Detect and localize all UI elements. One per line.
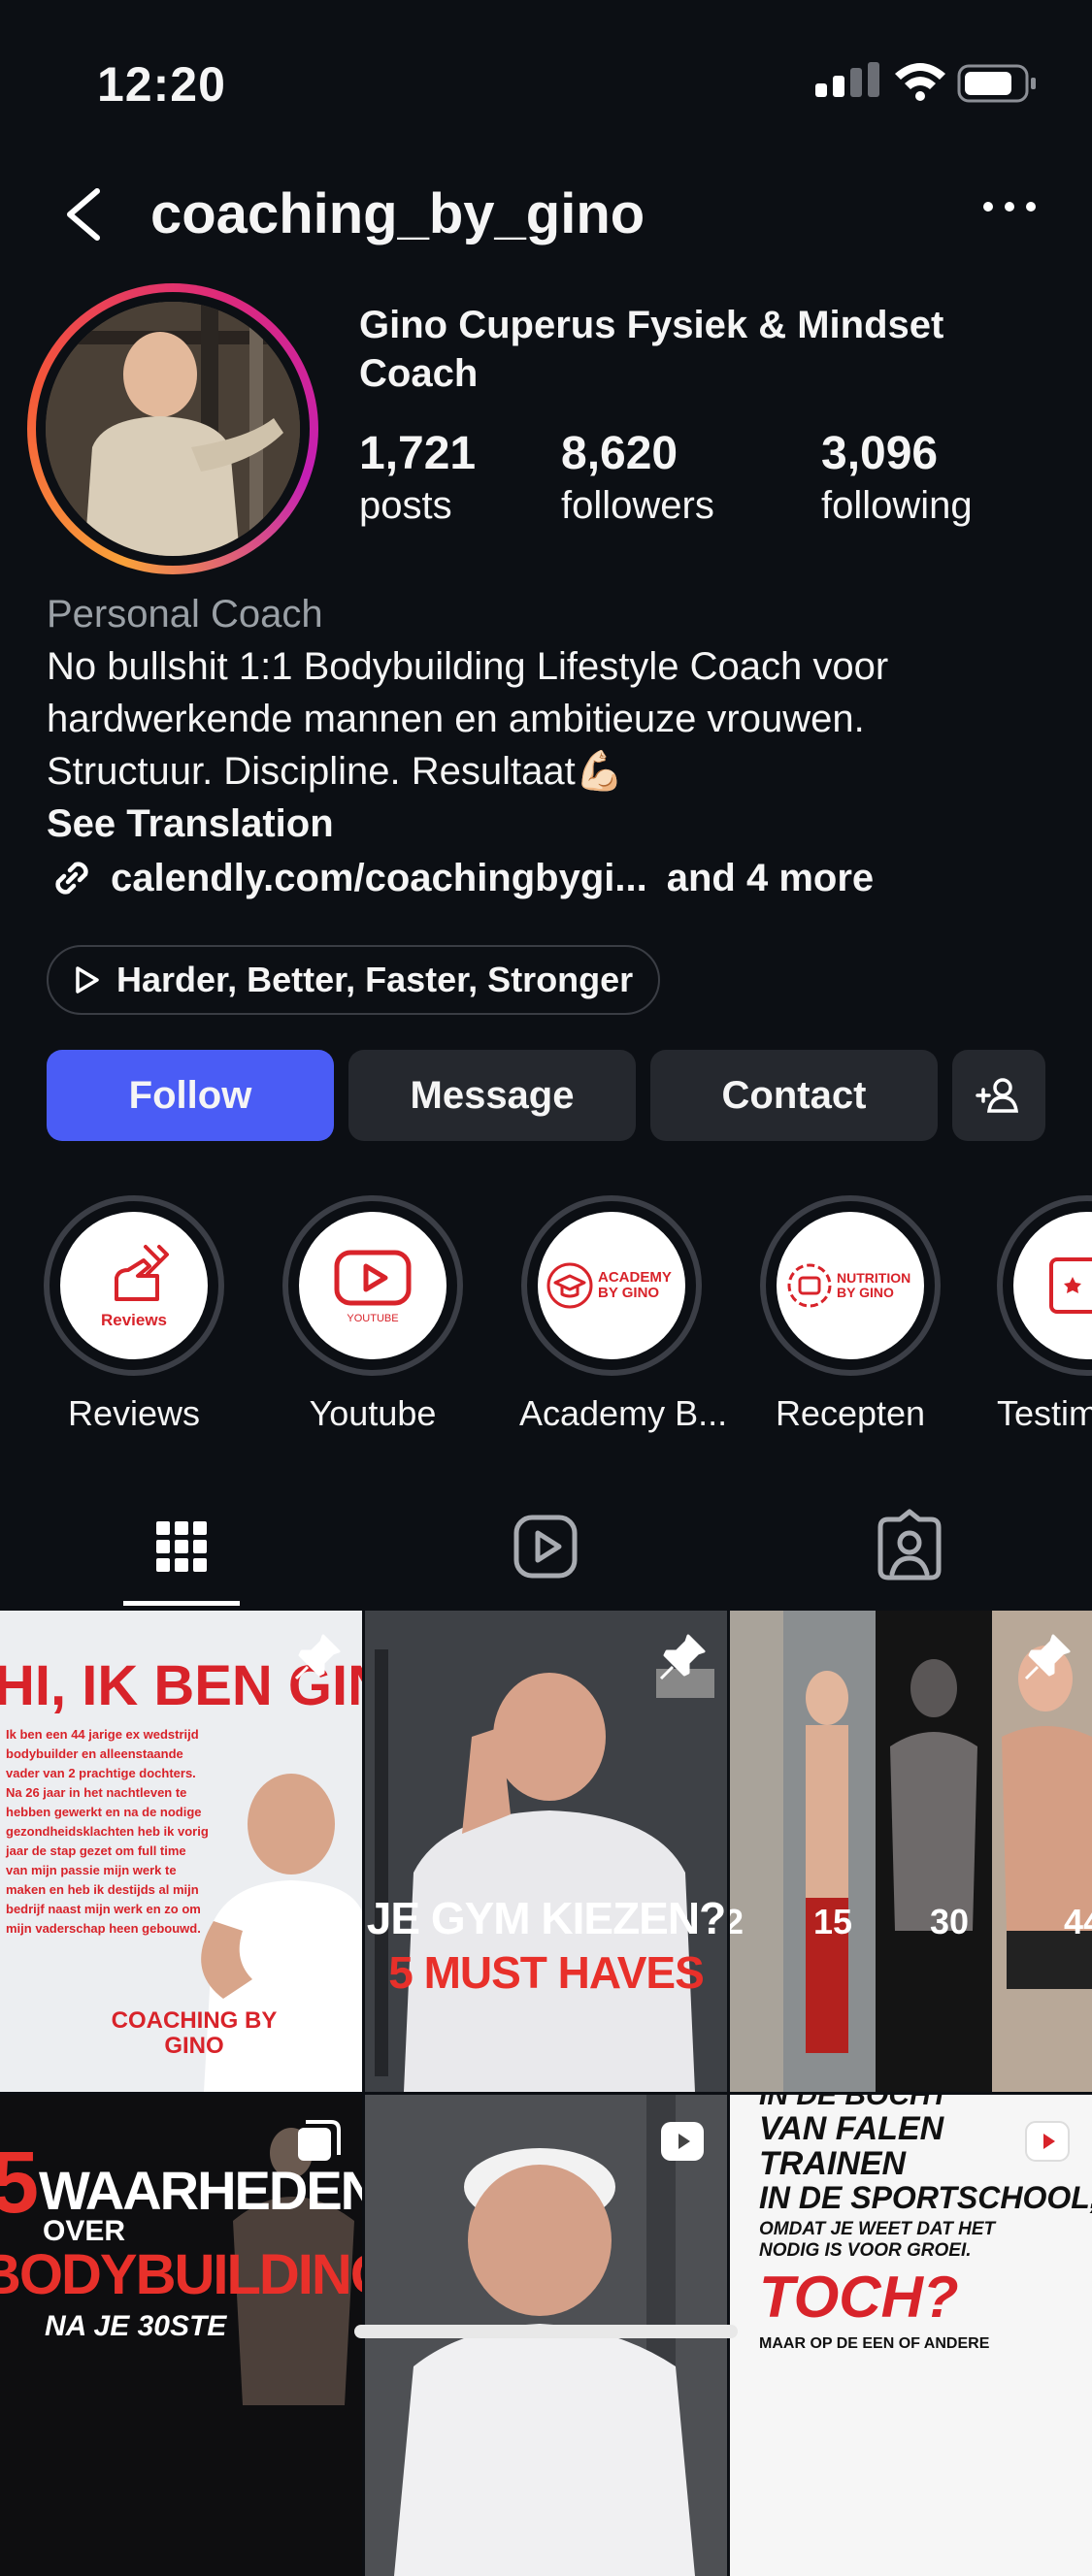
nutrition-icon bbox=[787, 1263, 832, 1308]
following-count-label: following bbox=[821, 484, 973, 527]
see-translation-link[interactable]: See Translation bbox=[47, 798, 1056, 850]
tagged-tab-icon[interactable] bbox=[871, 1508, 948, 1585]
post-6-line2: VAN FALEN bbox=[759, 2110, 944, 2147]
play-icon bbox=[76, 966, 99, 994]
profile-tabs bbox=[0, 1494, 1092, 1611]
post-4-line4: BODYBUILDING bbox=[0, 2243, 362, 2306]
featured-reel-pill[interactable]: Harder, Better, Faster, Stronger bbox=[47, 945, 661, 1015]
post-4-line5: NA JE 30STE bbox=[45, 2310, 227, 2342]
profile-username: coaching_by_gino bbox=[150, 182, 645, 245]
reels-tab-icon[interactable] bbox=[507, 1508, 584, 1585]
featured-reel-title: Harder, Better, Faster, Stronger bbox=[116, 960, 634, 999]
following-count[interactable]: 3,096 following bbox=[821, 427, 973, 528]
youtube-badge-text: YOUTUBE bbox=[347, 1313, 399, 1324]
pinned-icon bbox=[294, 1634, 341, 1680]
posts-count[interactable]: 1,721 posts bbox=[359, 427, 476, 528]
post-4-line1: 5 bbox=[0, 2135, 40, 2232]
post-6-line6: TOCH? bbox=[759, 2265, 959, 2330]
academy-badge-text: ACADEMY BY GINO bbox=[598, 1269, 672, 1301]
follow-button[interactable]: Follow bbox=[47, 1050, 334, 1141]
post-thumbnail-2[interactable]: JE GYM KIEZEN? 5 MUST HAVES bbox=[365, 1611, 727, 2092]
profile-avatar-story-ring[interactable] bbox=[27, 283, 318, 574]
wifi-icon bbox=[895, 63, 945, 101]
pinned-icon bbox=[659, 1634, 706, 1680]
posts-count-value: 1,721 bbox=[359, 428, 477, 479]
link-icon bbox=[55, 862, 88, 895]
bio-link-row[interactable]: calendly.com/coachingbygi... and 4 more bbox=[47, 852, 1056, 904]
signal-icon bbox=[815, 62, 879, 97]
highlight-recepten[interactable]: NUTRITION BY GINO Recepten bbox=[758, 1195, 943, 1434]
reel-icon bbox=[661, 2122, 704, 2161]
status-time: 12:20 bbox=[97, 57, 226, 112]
highlight-label: Testim bbox=[997, 1393, 1092, 1433]
reviews-badge-text: Reviews bbox=[100, 1311, 168, 1329]
testimonials-icon bbox=[1049, 1257, 1092, 1314]
highlight-reviews[interactable]: Reviews Reviews bbox=[42, 1195, 226, 1434]
post-thumbnail-4[interactable]: 5 WAARHEDEN OVER BODYBUILDING NA JE 30ST… bbox=[0, 2095, 362, 2576]
post-3-age-1: 2 bbox=[730, 1902, 745, 1941]
bio-link-text[interactable]: calendly.com/coachingbygi... bbox=[111, 852, 647, 904]
post-1-brand: COACHING BY GINO bbox=[111, 2007, 278, 2059]
add-person-icon bbox=[976, 1078, 1019, 1113]
back-arrow-icon[interactable] bbox=[58, 170, 116, 257]
post-3-age-2: 15 bbox=[813, 1902, 853, 1941]
post-thumbnail-1[interactable]: HI, IK BEN GINO Ik ben een 44 jarige ex … bbox=[0, 1611, 362, 2092]
post-6-line5: OMDAT JE WEET DAT HET NODIG IS VOOR GROE… bbox=[759, 2219, 996, 2261]
grid-tab-icon[interactable] bbox=[143, 1508, 220, 1585]
active-tab-indicator bbox=[123, 1601, 240, 1606]
graduation-cap-icon bbox=[546, 1262, 593, 1309]
pinned-icon bbox=[1024, 1634, 1071, 1680]
post-1-body: Ik ben een 44 jarige ex wedstrijd bodybu… bbox=[6, 1727, 209, 1936]
highlight-youtube[interactable]: YOUTUBE Youtube bbox=[281, 1195, 465, 1434]
contact-button[interactable]: Contact bbox=[650, 1050, 938, 1141]
post-2-line1: JE GYM KIEZEN? bbox=[366, 1893, 726, 1943]
home-indicator bbox=[354, 2325, 738, 2338]
suggested-accounts-button[interactable] bbox=[952, 1050, 1045, 1141]
post-thumbnail-6[interactable]: IN DE BOCHT VAN FALEN TRAINEN IN DE SPOR… bbox=[730, 2095, 1092, 2576]
followers-count[interactable]: 8,620 followers bbox=[561, 427, 714, 528]
post-2-line2: 5 MUST HAVES bbox=[388, 1947, 705, 1998]
post-3-age-4: 44 bbox=[1064, 1902, 1092, 1941]
posts-count-label: posts bbox=[359, 484, 452, 527]
post-thumbnail-3[interactable]: 2 15 30 44 bbox=[730, 1611, 1092, 2092]
post-6-line7: MAAR OP DE EEN OF ANDERE bbox=[759, 2335, 990, 2352]
highlight-label: Academy B... bbox=[519, 1393, 728, 1433]
highlight-label: Youtube bbox=[309, 1393, 437, 1433]
profile-display-name: Gino Cuperus Fysiek & Mindset Coach bbox=[359, 304, 944, 395]
message-button[interactable]: Message bbox=[348, 1050, 636, 1141]
youtube-icon bbox=[334, 1250, 412, 1306]
bio-line-1: No bullshit 1:1 Bodybuilding Lifestyle C… bbox=[47, 645, 889, 688]
post-6-line3: TRAINEN bbox=[759, 2145, 907, 2182]
bio-line-3: Structuur. Discipline. Resultaat💪🏻 bbox=[47, 750, 624, 793]
followers-count-value: 8,620 bbox=[561, 428, 678, 479]
post-3-age-3: 30 bbox=[930, 1902, 970, 1941]
status-bar: 12:20 bbox=[0, 0, 1092, 146]
more-options-icon[interactable] bbox=[980, 187, 1039, 226]
carousel-icon bbox=[298, 2120, 341, 2161]
nutrition-badge-text: NUTRITION BY GINO bbox=[837, 1270, 911, 1300]
highlight-academy[interactable]: ACADEMY BY GINO Academy B... bbox=[519, 1195, 728, 1434]
reel-icon bbox=[1025, 2121, 1070, 2162]
reviews-hand-icon bbox=[115, 1245, 169, 1301]
following-count-value: 3,096 bbox=[821, 428, 939, 479]
profile-bio: Personal Coach No bullshit 1:1 Bodybuild… bbox=[47, 588, 1056, 904]
highlight-testimonials[interactable]: Testim bbox=[997, 1195, 1092, 1434]
battery-icon bbox=[957, 64, 1036, 103]
avatar bbox=[46, 302, 300, 556]
bio-link-more[interactable]: and 4 more bbox=[667, 852, 874, 904]
followers-count-label: followers bbox=[561, 484, 714, 527]
bio-line-2: hardwerkende mannen en ambitieuze vrouwe… bbox=[47, 698, 865, 740]
profile-category: Personal Coach bbox=[47, 593, 323, 636]
post-6-line4: IN DE SPORTSCHOOL, bbox=[759, 2180, 1092, 2215]
highlight-label: Recepten bbox=[775, 1393, 926, 1433]
profile-header: coaching_by_gino bbox=[0, 160, 1092, 267]
highlight-label: Reviews bbox=[67, 1393, 201, 1433]
